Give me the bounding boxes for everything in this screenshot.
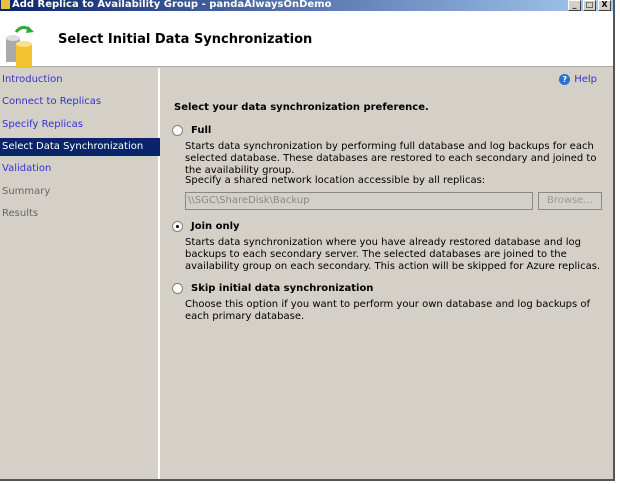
main-panel: ? Help Select your data synchronization … — [162, 68, 613, 479]
share-label: Specify a shared network location access… — [185, 175, 486, 186]
nav-results: Results — [2, 208, 39, 219]
page-title: Select Initial Data Synchronization — [58, 32, 313, 47]
skip-description: Choose this option if you want to perfor… — [185, 299, 591, 322]
wizard-nav: Introduction Connect to Replicas Specify… — [0, 68, 160, 479]
radio-join-only[interactable]: Join only — [172, 221, 240, 232]
radio-label: Full — [191, 125, 212, 136]
share-path-input[interactable]: \\SGC\ShareDisk\Backup — [185, 192, 533, 210]
full-description: Starts data synchronization by performin… — [185, 141, 597, 176]
nav-summary: Summary — [2, 186, 51, 197]
help-link[interactable]: ? Help — [559, 74, 597, 85]
radio-label: Skip initial data synchronization — [191, 283, 374, 294]
app-icon — [1, 0, 10, 9]
wizard-window: Add Replica to Availability Group - pand… — [0, 0, 615, 481]
radio-button[interactable] — [172, 125, 183, 136]
maximize-button[interactable]: □ — [583, 0, 596, 11]
radio-button[interactable] — [172, 283, 183, 294]
nav-connect-to-replicas[interactable]: Connect to Replicas — [0, 93, 160, 111]
nav-select-data-synchronization[interactable]: Select Data Synchronization — [0, 138, 160, 156]
sync-prompt: Select your data synchronization prefere… — [174, 102, 429, 113]
minimize-button[interactable]: _ — [568, 0, 581, 11]
nav-introduction[interactable]: Introduction — [0, 71, 160, 89]
radio-label: Join only — [191, 221, 240, 232]
wizard-header: Select Initial Data Synchronization — [0, 11, 613, 68]
window-title: Add Replica to Availability Group - pand… — [12, 0, 332, 10]
nav-specify-replicas[interactable]: Specify Replicas — [0, 116, 160, 134]
radio-button[interactable] — [172, 221, 183, 232]
close-button[interactable]: X — [598, 0, 611, 11]
nav-validation[interactable]: Validation — [0, 160, 160, 178]
radio-skip[interactable]: Skip initial data synchronization — [172, 283, 373, 294]
database-sync-icon — [6, 25, 34, 68]
title-bar: Add Replica to Availability Group - pand… — [0, 0, 613, 11]
help-label: Help — [574, 74, 597, 85]
browse-button[interactable]: Browse... — [538, 192, 602, 210]
radio-full[interactable]: Full — [172, 125, 211, 136]
join-only-description: Starts data synchronization where you ha… — [185, 237, 601, 272]
help-icon: ? — [559, 74, 571, 85]
